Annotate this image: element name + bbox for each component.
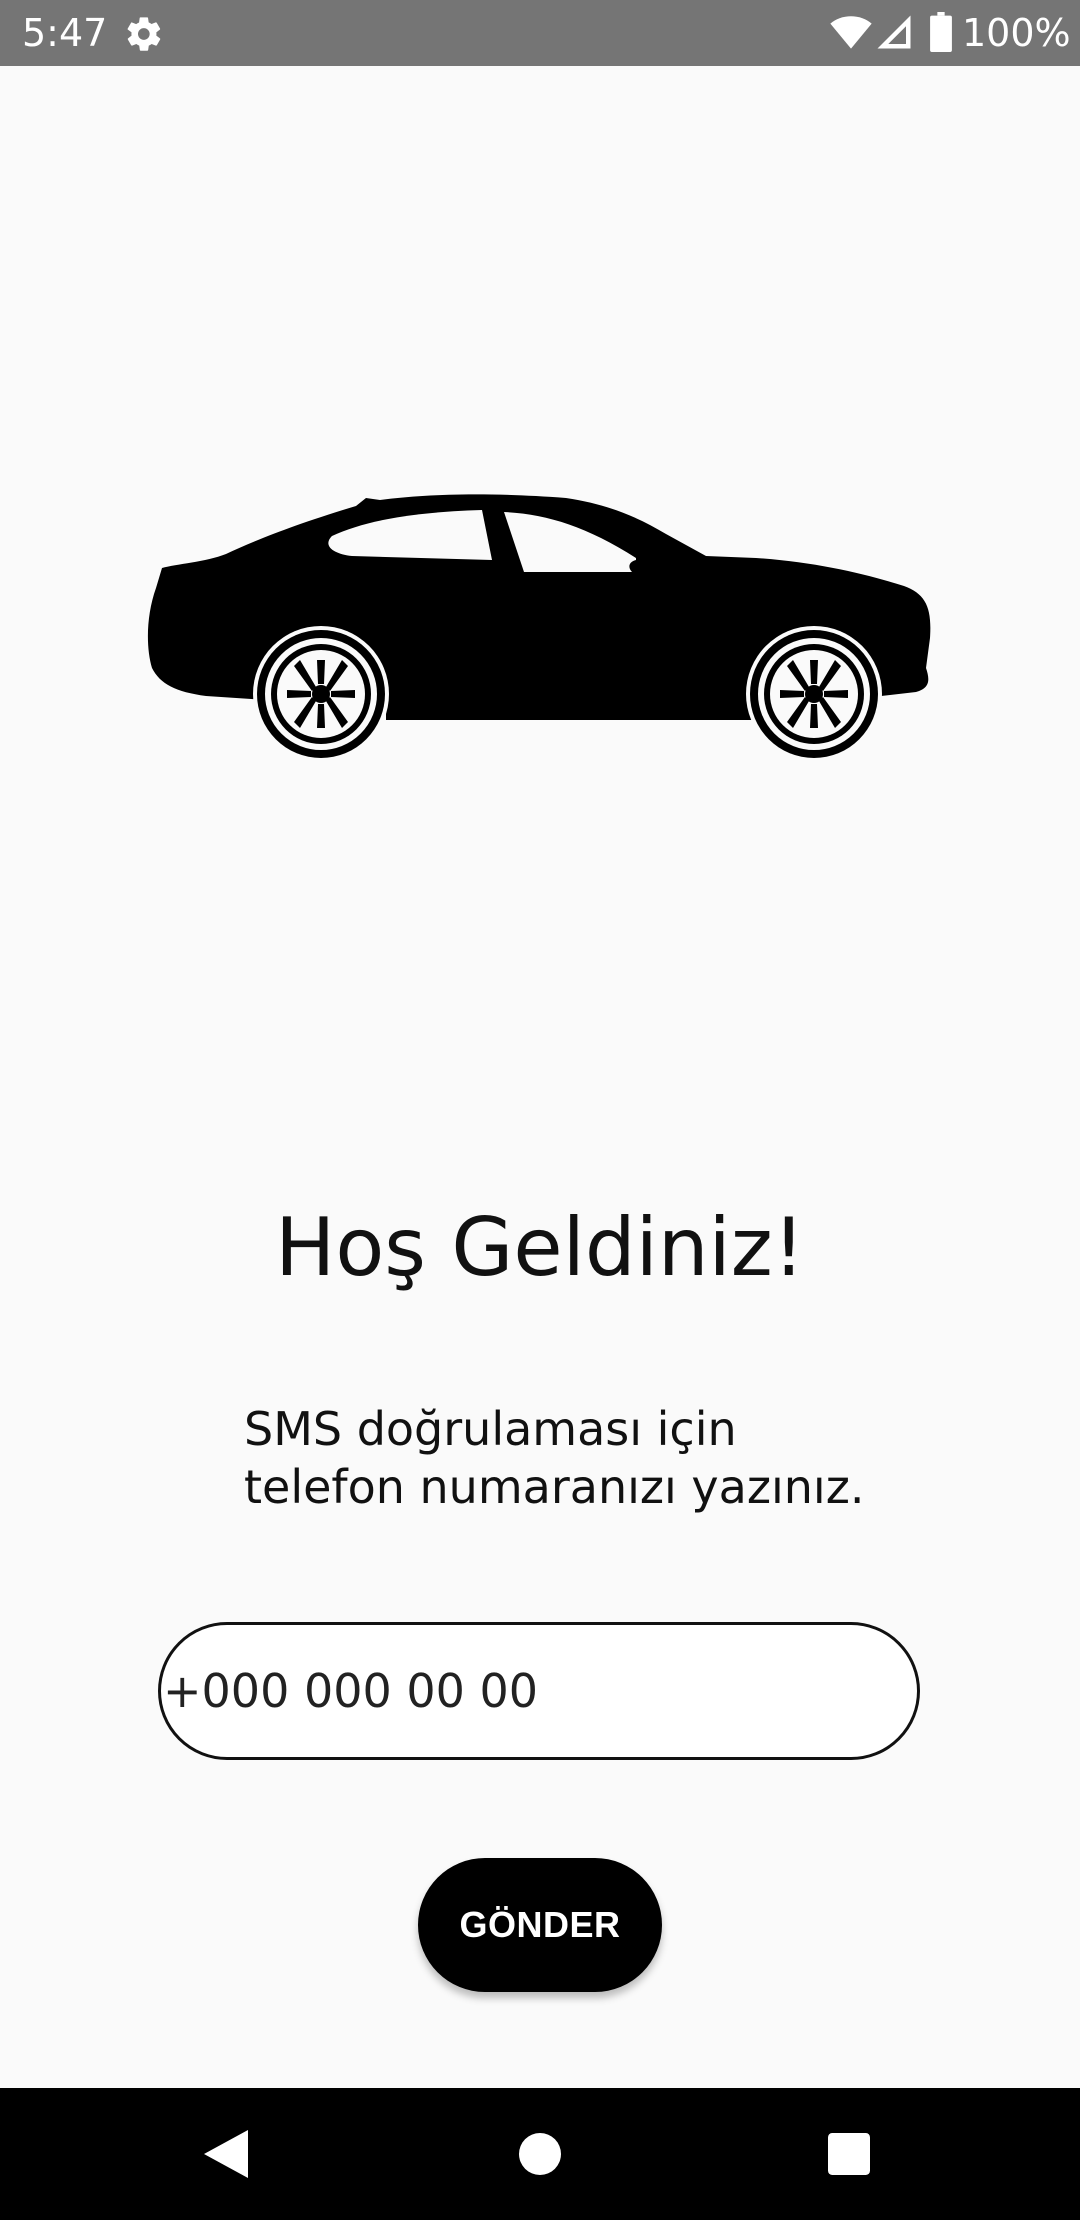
signal-icon bbox=[877, 15, 911, 49]
status-bar: 5:47 100% bbox=[0, 0, 1080, 66]
status-time: 5:47 bbox=[22, 11, 108, 55]
battery-percentage: 100% bbox=[962, 11, 1071, 55]
car-icon bbox=[147, 494, 931, 762]
phone-input[interactable] bbox=[161, 1625, 917, 1757]
navigation-bar bbox=[0, 2088, 1080, 2220]
send-button[interactable]: GÖNDER bbox=[418, 1858, 662, 1992]
instruction-line-2: telefon numaranızı yazınız. bbox=[244, 1460, 865, 1514]
battery-icon bbox=[930, 12, 952, 52]
back-icon[interactable] bbox=[204, 2130, 248, 2178]
phone-field-container[interactable] bbox=[158, 1622, 920, 1760]
instruction-line-1: SMS doğrulaması için bbox=[244, 1402, 737, 1456]
gear-icon bbox=[127, 17, 161, 51]
recents-icon[interactable] bbox=[828, 2133, 870, 2175]
wifi-icon bbox=[830, 16, 872, 49]
instruction-text: SMS doğrulaması için telefon numaranızı … bbox=[244, 1400, 944, 1516]
home-icon[interactable] bbox=[519, 2133, 561, 2175]
welcome-title: Hoş Geldiniz! bbox=[275, 1201, 805, 1294]
